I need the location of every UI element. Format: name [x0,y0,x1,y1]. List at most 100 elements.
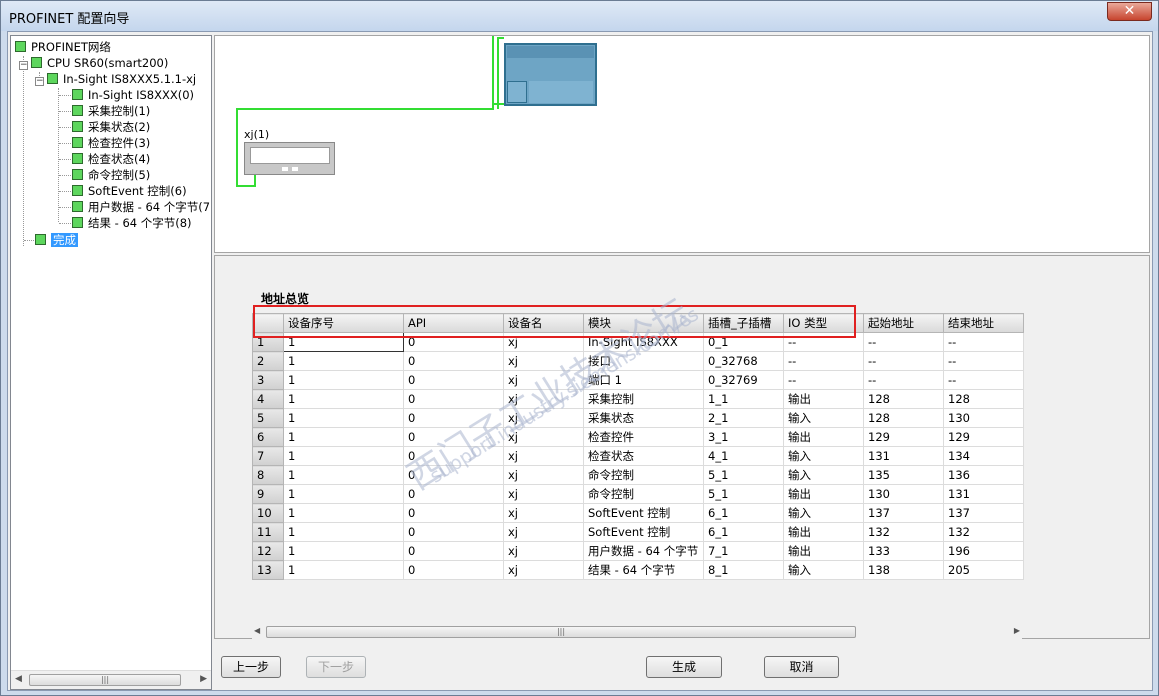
table-cell[interactable]: 134 [943,446,1024,466]
column-header[interactable]: 结束地址 [943,313,1024,333]
table-cell[interactable]: 0 [403,446,504,466]
table-cell[interactable]: 135 [863,465,944,485]
row-header[interactable]: 9 [252,484,284,504]
table-cell[interactable]: 130 [863,484,944,504]
table-cell[interactable]: xj [503,503,584,523]
table-cell[interactable]: 130 [943,408,1024,428]
scrollbar-thumb[interactable]: ||| [266,626,856,638]
table-cell[interactable]: 128 [863,408,944,428]
table-cell[interactable]: -- [943,332,1024,352]
table-cell[interactable]: 4_1 [703,446,784,466]
table-row[interactable]: 9 1 0 xj 命令控制 5_1 输出 130 131 [252,484,1024,504]
table-cell[interactable]: 接口 [583,351,704,371]
table-cell[interactable]: 1 [283,465,404,485]
table-cell[interactable]: 3_1 [703,427,784,447]
table-cell[interactable]: 133 [863,541,944,561]
table-cell[interactable]: 用户数据 - 64 个字节 [583,541,704,561]
table-cell[interactable]: 8_1 [703,560,784,580]
table-cell[interactable]: 输出 [783,427,864,447]
table-cell[interactable]: 0 [403,389,504,409]
row-header[interactable]: 10 [252,503,284,523]
table-cell[interactable]: 采集控制 [583,389,704,409]
table-cell[interactable]: 1_1 [703,389,784,409]
table-cell[interactable]: xj [503,522,584,542]
row-header[interactable]: 13 [252,560,284,580]
tree-node-module[interactable]: SoftEvent 控制(6) [72,183,187,199]
table-cell[interactable]: 0 [403,465,504,485]
table-cell[interactable]: 输出 [783,522,864,542]
table-cell[interactable]: 138 [863,560,944,580]
table-cell[interactable]: xj [503,389,584,409]
table-cell[interactable]: SoftEvent 控制 [583,522,704,542]
table-cell[interactable]: 0 [403,522,504,542]
table-cell[interactable]: xj [503,465,584,485]
table-row[interactable]: 10 1 0 xj SoftEvent 控制 6_1 输入 137 137 [252,503,1024,523]
table-cell[interactable]: 6_1 [703,522,784,542]
table-cell[interactable]: 5_1 [703,484,784,504]
table-cell[interactable]: 1 [283,484,404,504]
table-row[interactable]: 12 1 0 xj 用户数据 - 64 个字节 7_1 输出 133 196 [252,541,1024,561]
row-header[interactable]: 5 [252,408,284,428]
table-cell[interactable]: 0 [403,370,504,390]
table-cell[interactable]: 2_1 [703,408,784,428]
table-cell[interactable]: 命令控制 [583,484,704,504]
table-row[interactable]: 3 1 0 xj 端口 1 0_32769 -- -- -- [252,370,1024,390]
tree-node-module[interactable]: 检查状态(4) [72,151,150,167]
table-row[interactable]: 5 1 0 xj 采集状态 2_1 输入 128 130 [252,408,1024,428]
tree-node-module[interactable]: 采集控制(1) [72,103,150,119]
table-cell[interactable]: -- [943,370,1024,390]
table-cell[interactable]: 129 [863,427,944,447]
table-cell[interactable]: xj [503,351,584,371]
table-cell[interactable]: 131 [943,484,1024,504]
table-cell[interactable]: xj [503,484,584,504]
table-horizontal-scrollbar[interactable]: ◀ ||| ▶ [252,625,1022,639]
table-cell[interactable]: 6_1 [703,503,784,523]
table-cell[interactable]: 0 [403,484,504,504]
table-cell[interactable]: 1 [283,351,404,371]
table-cell[interactable]: 136 [943,465,1024,485]
table-cell[interactable]: -- [783,351,864,371]
scroll-left-icon[interactable]: ◀ [15,674,22,684]
collapse-icon[interactable]: − [35,77,44,86]
tree-node-cpu[interactable]: − CPU SR60(smart200) [19,55,168,71]
table-cell[interactable]: 1 [283,503,404,523]
collapse-icon[interactable]: − [19,61,28,70]
table-cell[interactable]: 0 [403,408,504,428]
table-cell[interactable]: 输出 [783,484,864,504]
table-cell[interactable]: 0 [403,560,504,580]
tree-node-module[interactable]: 命令控制(5) [72,167,150,183]
table-cell[interactable]: 输入 [783,465,864,485]
table-cell[interactable]: SoftEvent 控制 [583,503,704,523]
table-cell[interactable]: 1 [283,389,404,409]
table-cell[interactable]: xj [503,427,584,447]
table-cell[interactable]: -- [863,370,944,390]
table-cell[interactable]: 7_1 [703,541,784,561]
table-cell[interactable]: 0 [403,427,504,447]
table-cell[interactable]: -- [863,332,944,352]
table-cell[interactable]: 输入 [783,446,864,466]
table-cell[interactable]: 132 [863,522,944,542]
table-cell[interactable]: xj [503,560,584,580]
table-cell[interactable]: xj [503,446,584,466]
row-header[interactable]: 2 [252,351,284,371]
tree-node-profinet[interactable]: PROFINET网络 [15,39,111,55]
table-cell[interactable]: 结果 - 64 个字节 [583,560,704,580]
table-cell[interactable]: 131 [863,446,944,466]
table-cell[interactable]: 输入 [783,503,864,523]
table-cell[interactable]: 端口 1 [583,370,704,390]
tree-node-module[interactable]: 用户数据 - 64 个字节(7 [72,199,210,215]
row-header[interactable]: 12 [252,541,284,561]
table-cell[interactable]: xj [503,408,584,428]
table-cell[interactable]: 128 [863,389,944,409]
tree-node-module[interactable]: 采集状态(2) [72,119,150,135]
table-cell[interactable]: 0 [403,541,504,561]
table-cell[interactable]: 输入 [783,408,864,428]
table-row[interactable]: 11 1 0 xj SoftEvent 控制 6_1 输出 132 132 [252,522,1024,542]
table-cell[interactable]: 0 [403,351,504,371]
table-cell[interactable]: 检查状态 [583,446,704,466]
table-cell[interactable]: 205 [943,560,1024,580]
table-cell[interactable]: 137 [863,503,944,523]
table-cell[interactable]: -- [863,351,944,371]
table-cell[interactable]: 0 [403,503,504,523]
table-row[interactable]: 2 1 0 xj 接口 0_32768 -- -- -- [252,351,1024,371]
